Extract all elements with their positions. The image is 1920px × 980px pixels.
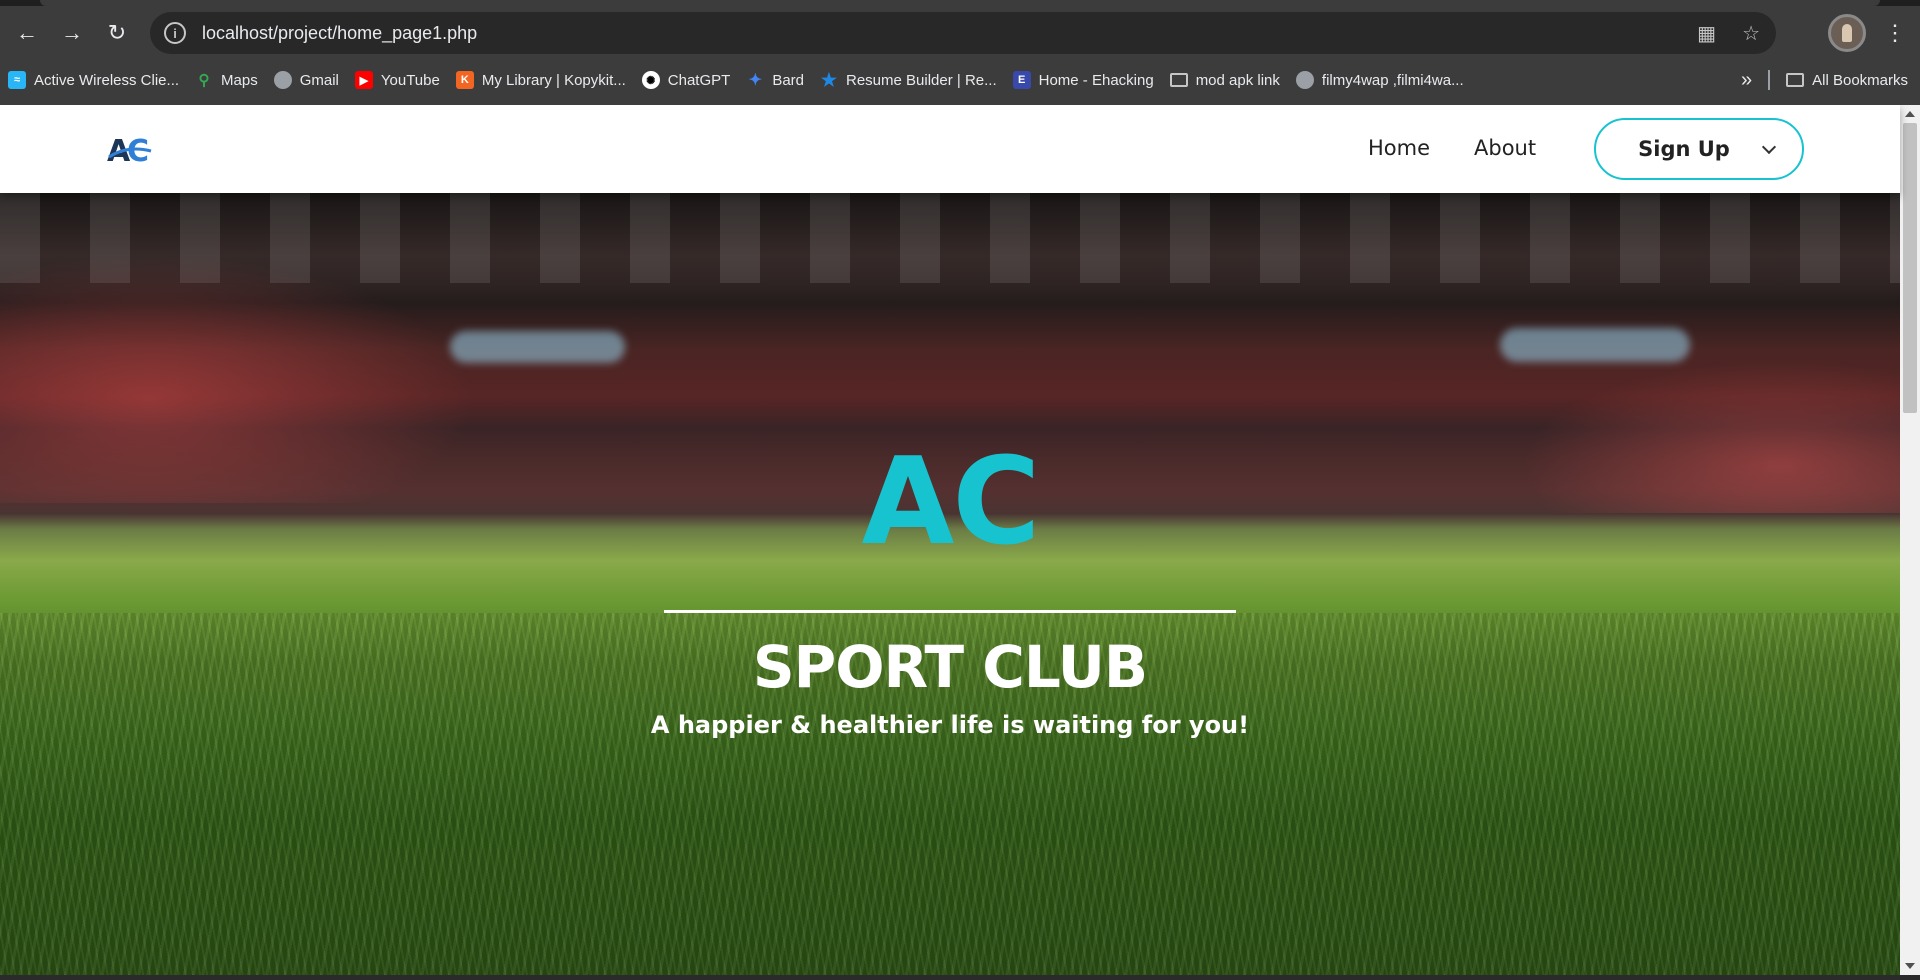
bookmark-label: filmy4wap ,filmi4wa... (1321, 71, 1464, 89)
maps-icon: ⚲ (198, 72, 210, 89)
all-bookmarks-button[interactable]: All Bookmarks (1786, 72, 1908, 89)
bookmark-label: YouTube (380, 71, 440, 89)
bookmark-label: My Library | Kopykit... (481, 71, 626, 89)
bookmark-label: Active Wireless Clie... (34, 71, 180, 89)
globe-icon (273, 71, 292, 89)
nav-about-link[interactable]: About (1474, 136, 1536, 160)
folder-icon (1786, 73, 1805, 87)
bookmark-item[interactable]: K My Library | Kopykit... (448, 66, 634, 94)
bookmark-label: Maps (221, 71, 258, 89)
bookmarks-bar-right: » All Bookmarks (1741, 64, 1908, 96)
scroll-down-icon[interactable] (1905, 963, 1915, 969)
bookmark-label: Bard (772, 71, 804, 89)
window-bottom-edge (0, 975, 1920, 980)
bookmark-item[interactable]: ≈ Active Wireless Clie... (0, 66, 187, 94)
star-icon: ★ (820, 69, 838, 90)
ehacking-icon: E (1012, 71, 1031, 89)
profile-avatar[interactable] (1828, 14, 1866, 52)
site-navbar: A C Home About Sign Up (0, 105, 1900, 193)
bookmark-item[interactable]: ▶ YouTube (347, 66, 448, 94)
site-logo[interactable]: A C (107, 131, 157, 167)
globe-icon (1295, 71, 1314, 89)
bookmarks-bar: ≈ Active Wireless Clie... ⚲ Maps Gmail ▶… (0, 64, 1920, 96)
address-bar[interactable]: i localhost/project/home_page1.php ▦ ☆ (150, 12, 1776, 54)
page-scrollbar[interactable] (1900, 105, 1920, 975)
signup-button[interactable]: Sign Up (1594, 118, 1804, 180)
bookmark-star-icon[interactable]: ☆ (1742, 21, 1760, 46)
stadium-light-right (1500, 328, 1690, 362)
bookmark-label: Home - Ehacking (1038, 71, 1154, 89)
reload-button[interactable]: ↻ (100, 16, 134, 50)
bookmark-label: Resume Builder | Re... (846, 71, 997, 89)
bookmark-item[interactable]: filmy4wap ,filmi4wa... (1288, 66, 1472, 94)
bookmarks-divider (1768, 70, 1771, 90)
back-button[interactable]: ← (10, 16, 44, 50)
bookmark-label: Gmail (299, 71, 339, 89)
forward-arrow-icon: → (61, 20, 83, 45)
folder-icon (1169, 73, 1188, 87)
browser-chrome: ← → ↻ i localhost/project/home_page1.php… (0, 0, 1920, 105)
stadium-light-left (450, 331, 625, 363)
bookmark-item[interactable]: Gmail (266, 66, 347, 94)
tab-strip (0, 0, 1920, 6)
reload-icon: ↻ (107, 20, 127, 45)
bookmark-label: mod apk link (1195, 71, 1280, 89)
youtube-icon: ▶ (354, 71, 373, 89)
hero-title: SPORT CLUB (752, 633, 1148, 701)
bookmark-label: ChatGPT (667, 71, 731, 89)
active-tab[interactable] (40, 0, 1880, 6)
bookmark-item[interactable]: ⚲ Maps (187, 66, 266, 94)
bookmark-item[interactable]: ★ Resume Builder | Re... (812, 66, 1005, 94)
bard-icon: ✦ (748, 72, 763, 89)
bookmark-item[interactable]: E Home - Ehacking (1005, 66, 1162, 94)
bookmark-folder[interactable]: mod apk link (1162, 66, 1288, 94)
site-info-icon[interactable]: i (164, 22, 186, 44)
forward-button[interactable]: → (55, 16, 89, 50)
signup-label: Sign Up (1638, 137, 1730, 161)
scrollbar-thumb[interactable] (1903, 123, 1917, 413)
bookmarks-overflow-button[interactable]: » (1741, 69, 1752, 92)
hero-section: AC SPORT CLUB A happier & healthier life… (0, 193, 1900, 975)
bookmark-item[interactable]: ✺ ChatGPT (634, 66, 739, 94)
chatgpt-icon: ✺ (641, 71, 660, 89)
translate-icon[interactable]: ▦ (1697, 21, 1716, 46)
all-bookmarks-label: All Bookmarks (1812, 71, 1908, 89)
scroll-up-icon[interactable] (1905, 111, 1915, 117)
address-url[interactable]: localhost/project/home_page1.php (202, 23, 477, 44)
hero-brand-logo: AC (861, 433, 1041, 572)
back-arrow-icon: ← (16, 20, 38, 45)
hero-divider (664, 610, 1236, 613)
chevron-down-icon (1761, 139, 1777, 155)
hero-subtitle: A happier & healthier life is waiting fo… (650, 711, 1250, 739)
page-viewport: A C Home About Sign Up AC SPORT CLUB A h… (0, 105, 1920, 975)
nav-home-link[interactable]: Home (1368, 136, 1430, 160)
bookmark-item[interactable]: ✦ Bard (738, 66, 812, 94)
kopykit-icon: K (455, 71, 474, 89)
wireless-icon: ≈ (8, 71, 26, 89)
browser-menu-icon[interactable]: ⋮ (1880, 16, 1910, 50)
